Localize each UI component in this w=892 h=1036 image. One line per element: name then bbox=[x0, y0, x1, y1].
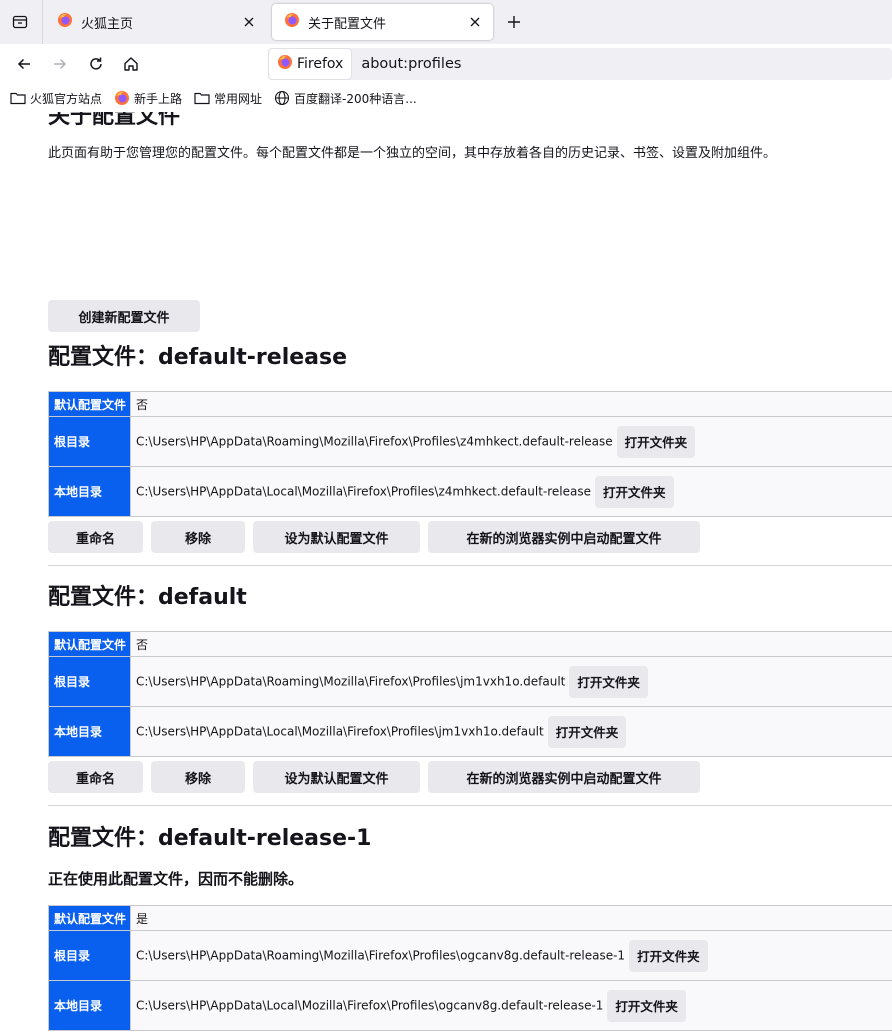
page-title: 关于配置文件 bbox=[48, 112, 181, 129]
local-dir-cell: C:\Users\HP\AppData\Local\Mozilla\Firefo… bbox=[130, 466, 892, 517]
root-dir-label: 根目录 bbox=[48, 416, 131, 467]
folder-icon bbox=[194, 91, 210, 105]
tab-about-profiles[interactable]: 关于配置文件 bbox=[272, 4, 493, 40]
profile-info-table: 默认配置文件 否 根目录 C:\Users\HP\AppData\Roaming… bbox=[48, 391, 892, 517]
firefox-icon bbox=[284, 12, 300, 32]
profile-actions: 重命名 移除 设为默认配置文件 在新的浏览器实例中启动配置文件 bbox=[48, 761, 892, 793]
launch-profile-button[interactable]: 在新的浏览器实例中启动配置文件 bbox=[428, 521, 700, 553]
local-dir-label: 本地目录 bbox=[48, 706, 131, 757]
bookmarks-toolbar: 火狐官方站点 新手上路 常用网址 百度翻译-200种语言... bbox=[0, 84, 892, 112]
bookmark-label: 百度翻译-200种语言... bbox=[294, 91, 417, 106]
tab-title: 火狐主页 bbox=[81, 16, 134, 32]
root-dir-path: C:\Users\HP\AppData\Roaming\Mozilla\Fire… bbox=[136, 434, 613, 448]
open-root-folder-button[interactable]: 打开文件夹 bbox=[629, 939, 708, 972]
url-bar[interactable]: Firefox about:profiles bbox=[268, 48, 892, 80]
close-icon[interactable] bbox=[241, 14, 257, 30]
default-profile-value: 否 bbox=[130, 391, 892, 417]
profile-heading: 配置文件：default bbox=[48, 585, 247, 610]
profile-heading: 配置文件：default-release-1 bbox=[48, 826, 372, 851]
identity-box[interactable]: Firefox bbox=[268, 48, 353, 80]
open-local-folder-button[interactable]: 打开文件夹 bbox=[595, 475, 674, 508]
open-local-folder-button[interactable]: 打开文件夹 bbox=[547, 715, 627, 748]
default-profile-value: 是 bbox=[130, 905, 892, 931]
navigation-bar: Firefox about:profiles bbox=[0, 44, 892, 84]
local-dir-path: C:\Users\HP\AppData\Local\Mozilla\Firefo… bbox=[136, 998, 604, 1012]
root-dir-cell: C:\Users\HP\AppData\Roaming\Mozilla\Fire… bbox=[130, 930, 892, 981]
forward-arrow-icon[interactable] bbox=[48, 52, 72, 76]
home-icon[interactable] bbox=[119, 52, 143, 76]
firefox-icon bbox=[57, 12, 73, 32]
open-local-folder-button[interactable]: 打开文件夹 bbox=[607, 989, 686, 1022]
bookmark-label: 火狐官方站点 bbox=[30, 91, 103, 106]
rename-button[interactable]: 重命名 bbox=[48, 761, 143, 793]
bookmark-label: 常用网址 bbox=[214, 91, 263, 106]
tab-firefox-home[interactable]: 火狐主页 bbox=[45, 4, 267, 40]
local-dir-cell: C:\Users\HP\AppData\Local\Mozilla\Firefo… bbox=[130, 706, 892, 757]
globe-icon bbox=[274, 90, 290, 106]
profile-section-default-release-1: 配置文件：default-release-1 正在使用此配置文件，因而不能删除。… bbox=[48, 824, 892, 1031]
profile-heading: 配置文件：default-release bbox=[48, 345, 348, 370]
default-profile-label: 默认配置文件 bbox=[48, 391, 131, 417]
bookmark-folder-common[interactable]: 常用网址 bbox=[194, 90, 262, 107]
default-profile-value: 否 bbox=[130, 631, 892, 657]
bookmark-baidu-translate[interactable]: 百度翻译-200种语言... bbox=[274, 90, 417, 107]
bookmark-folder-official[interactable]: 火狐官方站点 bbox=[10, 90, 102, 107]
profile-divider bbox=[48, 565, 892, 566]
firefox-icon bbox=[114, 90, 130, 106]
folder-icon bbox=[10, 91, 26, 105]
profile-divider bbox=[48, 805, 892, 806]
local-dir-path: C:\Users\HP\AppData\Local\Mozilla\Firefo… bbox=[136, 724, 544, 738]
tab-separator bbox=[42, 0, 43, 44]
root-dir-path: C:\Users\HP\AppData\Roaming\Mozilla\Fire… bbox=[136, 948, 626, 962]
reload-icon[interactable] bbox=[84, 52, 108, 76]
local-dir-label: 本地目录 bbox=[48, 980, 131, 1031]
default-profile-label: 默认配置文件 bbox=[48, 905, 131, 931]
in-use-notice: 正在使用此配置文件，因而不能删除。 bbox=[48, 870, 304, 888]
set-default-button[interactable]: 设为默认配置文件 bbox=[253, 521, 420, 553]
identity-label: Firefox bbox=[297, 56, 344, 72]
local-dir-cell: C:\Users\HP\AppData\Local\Mozilla\Firefo… bbox=[130, 980, 892, 1031]
tab-strip: 火狐主页 关于配置文件 bbox=[0, 0, 892, 44]
root-dir-label: 根目录 bbox=[48, 656, 131, 707]
root-dir-path: C:\Users\HP\AppData\Roaming\Mozilla\Fire… bbox=[136, 674, 566, 688]
page-content: 关于配置文件 此页面有助于您管理您的配置文件。每个配置文件都是一个独立的空间，其… bbox=[0, 112, 892, 1036]
root-dir-label: 根目录 bbox=[48, 930, 131, 981]
rename-button[interactable]: 重命名 bbox=[48, 521, 143, 553]
profile-actions: 重命名 移除 设为默认配置文件 在新的浏览器实例中启动配置文件 bbox=[48, 521, 892, 553]
root-dir-cell: C:\Users\HP\AppData\Roaming\Mozilla\Fire… bbox=[130, 656, 892, 707]
profile-info-table: 默认配置文件 否 根目录 C:\Users\HP\AppData\Roaming… bbox=[48, 631, 892, 757]
local-dir-label: 本地目录 bbox=[48, 466, 131, 517]
page-intro: 此页面有助于您管理您的配置文件。每个配置文件都是一个独立的空间，其中存放着各自的… bbox=[48, 146, 777, 161]
default-profile-label: 默认配置文件 bbox=[48, 631, 131, 657]
tab-list-icon[interactable] bbox=[4, 6, 36, 38]
remove-button[interactable]: 移除 bbox=[151, 761, 245, 793]
launch-profile-button[interactable]: 在新的浏览器实例中启动配置文件 bbox=[428, 761, 700, 793]
firefox-icon bbox=[277, 54, 293, 74]
open-root-folder-button[interactable]: 打开文件夹 bbox=[569, 665, 648, 698]
bookmark-label: 新手上路 bbox=[134, 91, 183, 106]
tab-title: 关于配置文件 bbox=[308, 16, 387, 32]
close-icon[interactable] bbox=[467, 14, 483, 30]
set-default-button[interactable]: 设为默认配置文件 bbox=[253, 761, 420, 793]
profile-section-default-release: 配置文件：default-release 默认配置文件 否 根目录 C:\Use… bbox=[48, 343, 892, 566]
open-root-folder-button[interactable]: 打开文件夹 bbox=[616, 425, 696, 458]
local-dir-path: C:\Users\HP\AppData\Local\Mozilla\Firefo… bbox=[136, 484, 592, 498]
new-tab-plus-icon[interactable] bbox=[502, 10, 526, 34]
root-dir-cell: C:\Users\HP\AppData\Roaming\Mozilla\Fire… bbox=[130, 416, 892, 467]
back-arrow-icon[interactable] bbox=[12, 52, 36, 76]
profile-info-table: 默认配置文件 是 根目录 C:\Users\HP\AppData\Roaming… bbox=[48, 905, 892, 1031]
create-profile-button[interactable]: 创建新配置文件 bbox=[48, 300, 200, 332]
profile-section-default: 配置文件：default 默认配置文件 否 根目录 C:\Users\HP\Ap… bbox=[48, 583, 892, 806]
bookmark-getting-started[interactable]: 新手上路 bbox=[114, 90, 182, 107]
remove-button[interactable]: 移除 bbox=[151, 521, 245, 553]
url-text[interactable]: about:profiles bbox=[361, 56, 461, 72]
